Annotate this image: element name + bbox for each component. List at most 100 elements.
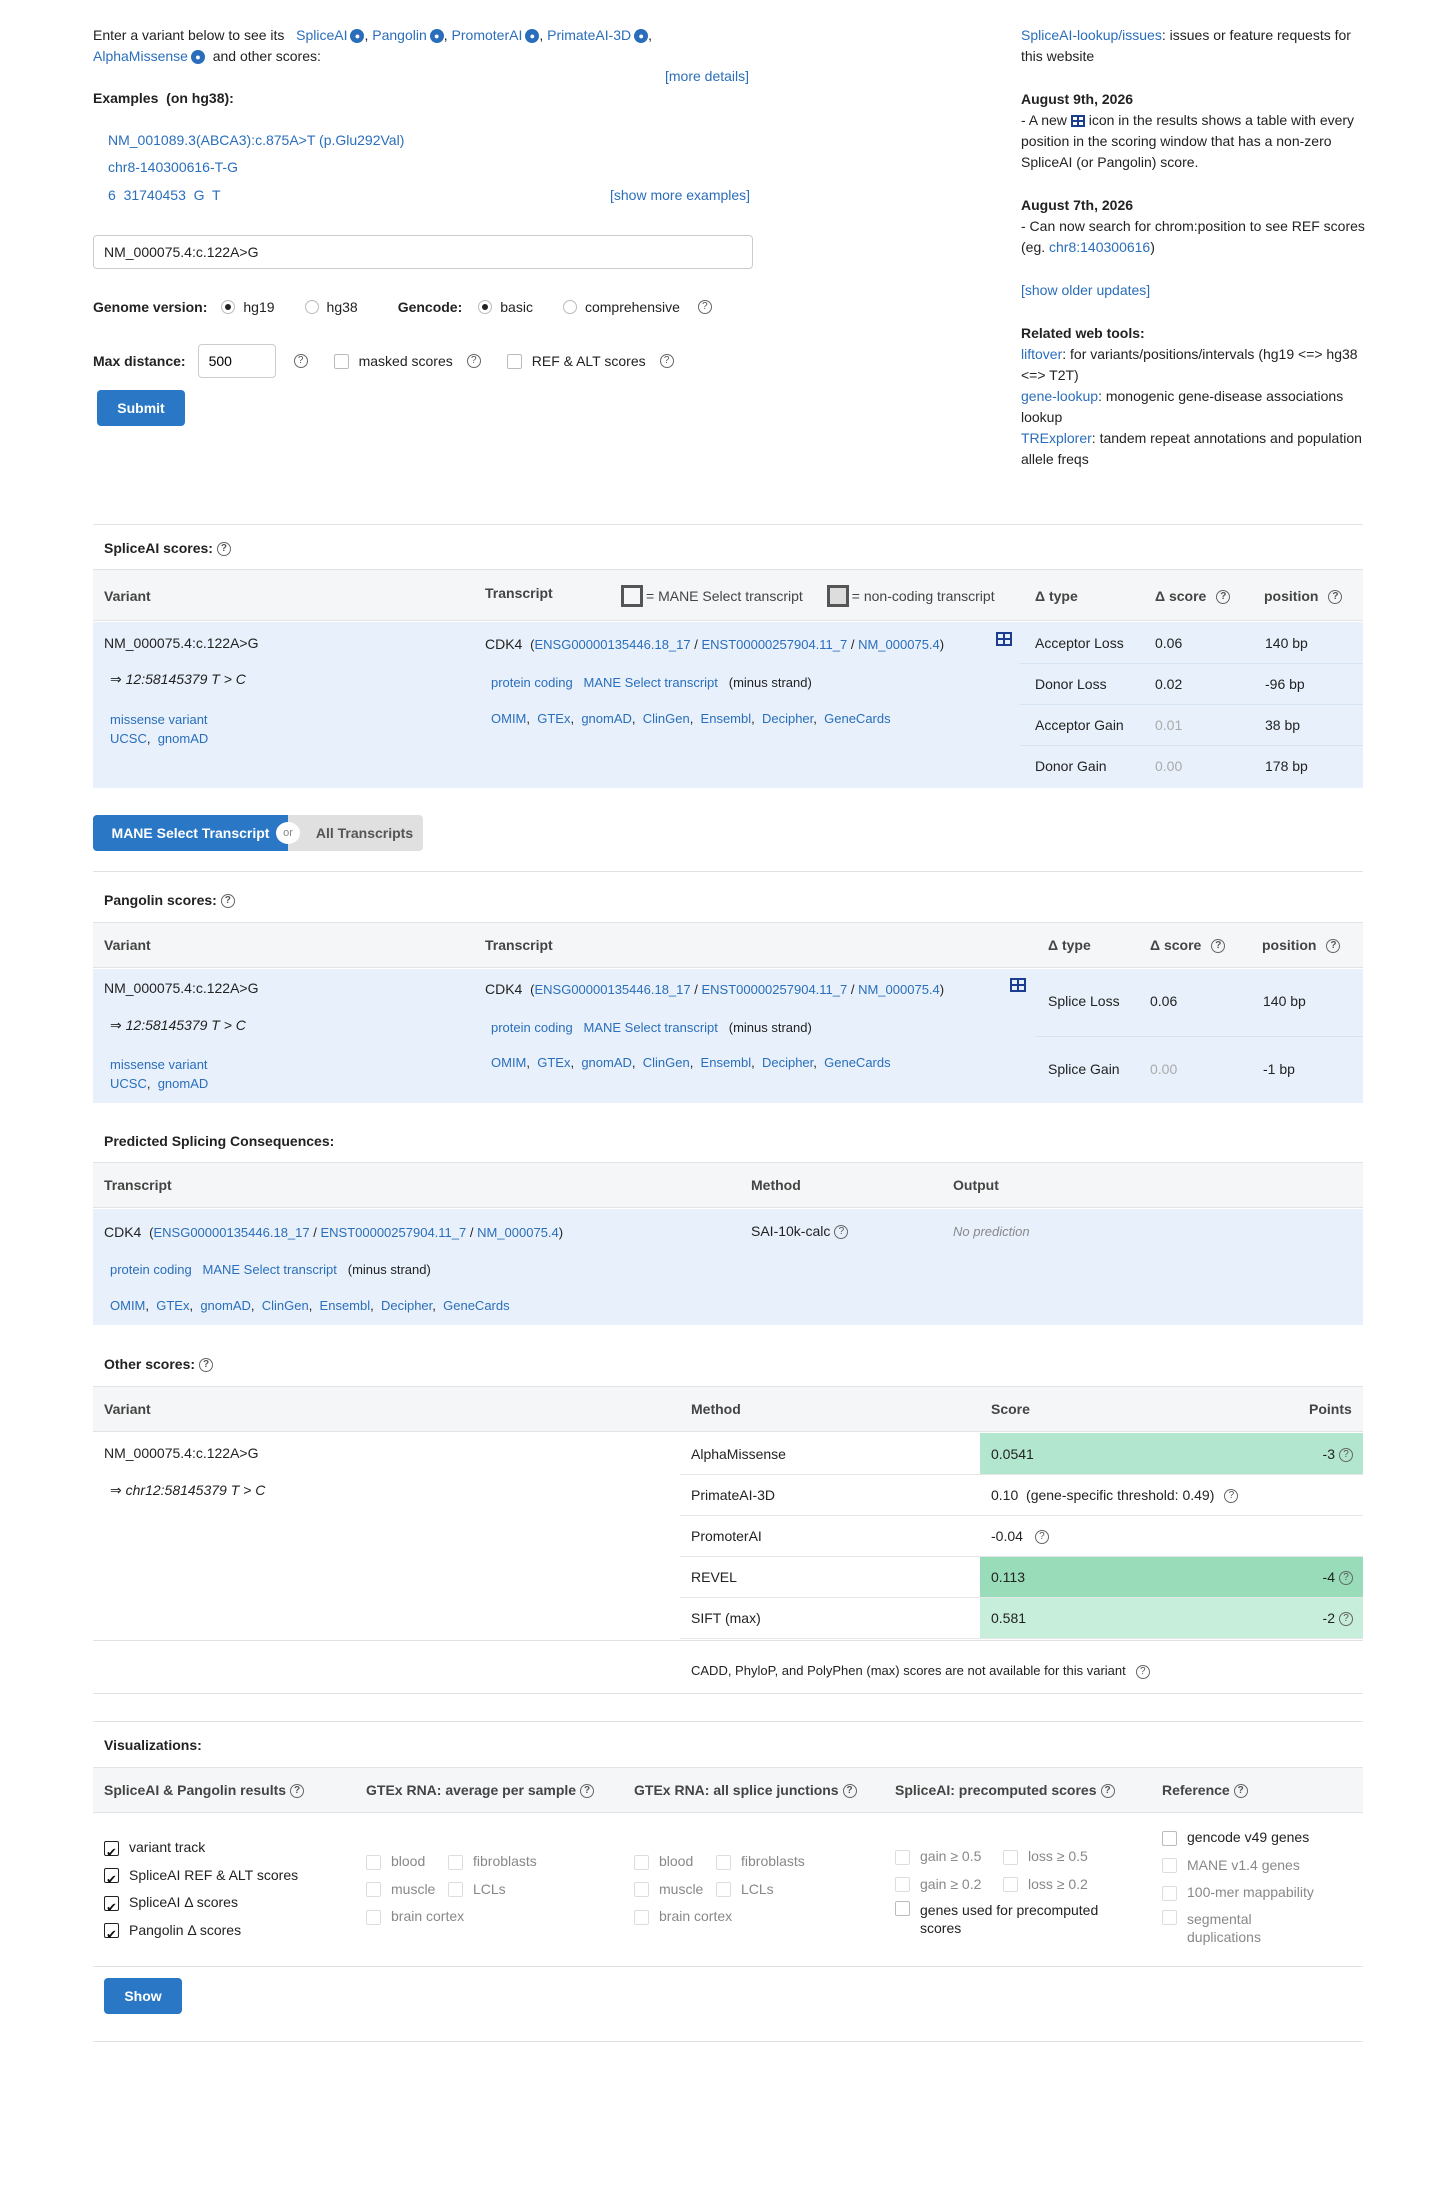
nm-link[interactable]: NM_000075.4 (477, 1225, 559, 1240)
help-icon[interactable]: ? (1211, 939, 1226, 954)
radio-hg19[interactable] (221, 300, 236, 314)
github-icon[interactable]: ● (525, 29, 540, 44)
lcls-checkbox[interactable] (716, 1882, 731, 1898)
gene-lookup-link[interactable]: gene-lookup (1021, 388, 1098, 404)
gnomad-link[interactable]: gnomAD (581, 711, 632, 726)
omim-link[interactable]: OMIM (491, 711, 526, 726)
table-icon[interactable] (1010, 978, 1026, 992)
primateai-link[interactable]: PrimateAI-3D (547, 27, 631, 43)
pangolin-delta-checkbox[interactable] (104, 1921, 119, 1949)
trexplorer-link[interactable]: TRExplorer (1021, 430, 1092, 446)
decipher-link[interactable]: Decipher (762, 1055, 813, 1070)
gnomad-link[interactable]: gnomAD (200, 1298, 251, 1313)
help-icon[interactable]: ? (834, 1225, 849, 1240)
help-icon[interactable]: ? (697, 300, 712, 314)
help-icon[interactable]: ? (1326, 939, 1341, 954)
clingen-link[interactable]: ClinGen (262, 1298, 309, 1313)
genecards-link[interactable]: GeneCards (443, 1298, 509, 1313)
example-3[interactable]: 6 31740453 G T (108, 187, 221, 203)
ref-alt-checkbox[interactable] (506, 353, 522, 369)
help-icon[interactable]: ? (1100, 1784, 1115, 1799)
fibroblasts-checkbox[interactable] (716, 1854, 731, 1870)
help-icon[interactable]: ? (1339, 1571, 1353, 1586)
spliceai-delta-checkbox[interactable] (104, 1894, 119, 1921)
genecards-link[interactable]: GeneCards (824, 711, 890, 726)
spliceai-link[interactable]: SpliceAI (296, 27, 347, 43)
github-icon[interactable]: ● (350, 29, 365, 44)
radio-basic[interactable] (478, 300, 493, 314)
example-1[interactable]: NM_001089.3(ABCA3):c.875A>T (p.Glu292Val… (108, 132, 404, 148)
help-icon[interactable]: ? (290, 1784, 305, 1799)
biotype-link[interactable]: protein coding (110, 1262, 192, 1277)
alphamissense-link[interactable]: AlphaMissense (93, 48, 188, 64)
gnomad-link[interactable]: gnomAD (581, 1055, 632, 1070)
ensg-link[interactable]: ENSG00000135446.18_17 (153, 1225, 309, 1240)
help-icon[interactable]: ? (1339, 1612, 1353, 1627)
consequence-link[interactable]: missense variant (110, 1057, 208, 1072)
decipher-link[interactable]: Decipher (762, 711, 813, 726)
blood-checkbox[interactable] (366, 1854, 381, 1870)
show-more-examples[interactable]: [show more examples] (610, 187, 750, 203)
update2-link[interactable]: chr8:140300616 (1049, 239, 1150, 255)
help-icon[interactable]: ? (842, 1784, 857, 1799)
help-icon[interactable]: ? (1034, 1530, 1049, 1545)
issues-link[interactable]: SpliceAI-lookup/issues (1021, 27, 1162, 43)
help-icon[interactable]: ? (199, 1358, 214, 1373)
genecards-link[interactable]: GeneCards (824, 1055, 890, 1070)
biotype-link[interactable]: protein coding (491, 675, 573, 690)
enst-link[interactable]: ENST00000257904.11_7 (320, 1225, 466, 1240)
promoterai-link[interactable]: PromoterAI (452, 27, 523, 43)
mane-link[interactable]: MANE Select transcript (584, 675, 718, 690)
nm-link[interactable]: NM_000075.4 (858, 637, 940, 652)
gencode-genes-checkbox[interactable] (1162, 1830, 1177, 1846)
github-icon[interactable]: ● (429, 29, 444, 44)
mappability-checkbox[interactable] (1162, 1885, 1177, 1901)
gain-02-checkbox[interactable] (895, 1877, 910, 1893)
help-icon[interactable]: ? (1135, 1664, 1150, 1679)
more-details-link[interactable]: [more details] (665, 68, 749, 84)
mane-link[interactable]: MANE Select transcript (584, 1020, 718, 1035)
enst-link[interactable]: ENST00000257904.11_7 (701, 637, 847, 652)
mane-genes-checkbox[interactable] (1162, 1858, 1177, 1874)
mane-link[interactable]: MANE Select transcript (203, 1262, 337, 1277)
github-icon[interactable]: ● (190, 50, 205, 65)
omim-link[interactable]: OMIM (491, 1055, 526, 1070)
loss-05-checkbox[interactable] (1003, 1849, 1018, 1865)
fibroblasts-checkbox[interactable] (448, 1854, 463, 1870)
precomputed-genes-checkbox[interactable] (895, 1901, 910, 1916)
radio-comprehensive[interactable] (562, 300, 577, 314)
ensembl-link[interactable]: Ensembl (320, 1298, 371, 1313)
help-icon[interactable]: ? (466, 354, 481, 368)
nm-link[interactable]: NM_000075.4 (858, 982, 940, 997)
masked-scores-checkbox[interactable] (333, 353, 349, 369)
submit-button[interactable]: Submit (97, 390, 185, 426)
clingen-link[interactable]: ClinGen (643, 1055, 690, 1070)
clingen-link[interactable]: ClinGen (643, 711, 690, 726)
gnomad-link[interactable]: gnomAD (158, 731, 209, 746)
ensg-link[interactable]: ENSG00000135446.18_17 (534, 982, 690, 997)
blood-checkbox[interactable] (634, 1854, 649, 1870)
max-distance-input[interactable] (197, 344, 276, 378)
all-transcripts-toggle[interactable]: All Transcripts (288, 815, 423, 851)
ensembl-link[interactable]: Ensembl (701, 1055, 752, 1070)
ucsc-link[interactable]: UCSC (110, 1076, 147, 1091)
ensembl-link[interactable]: Ensembl (701, 711, 752, 726)
liftover-link[interactable]: liftover (1021, 346, 1062, 362)
pangolin-link[interactable]: Pangolin (372, 27, 427, 43)
show-older-updates[interactable]: [show older updates] (1021, 282, 1150, 298)
enst-link[interactable]: ENST00000257904.11_7 (701, 982, 847, 997)
ensg-link[interactable]: ENSG00000135446.18_17 (534, 637, 690, 652)
gtex-link[interactable]: GTEx (537, 1055, 570, 1070)
github-icon[interactable]: ● (634, 29, 649, 44)
refalt-scores-checkbox[interactable] (104, 1866, 119, 1894)
gtex-link[interactable]: GTEx (156, 1298, 189, 1313)
help-icon[interactable]: ? (293, 354, 308, 368)
help-icon[interactable]: ? (1216, 590, 1231, 605)
gtex-link[interactable]: GTEx (537, 711, 570, 726)
help-icon[interactable]: ? (1224, 1489, 1239, 1504)
gain-05-checkbox[interactable] (895, 1849, 910, 1865)
loss-02-checkbox[interactable] (1003, 1877, 1018, 1893)
consequence-link[interactable]: missense variant (110, 712, 208, 727)
omim-link[interactable]: OMIM (110, 1298, 145, 1313)
help-icon[interactable]: ? (216, 542, 231, 557)
